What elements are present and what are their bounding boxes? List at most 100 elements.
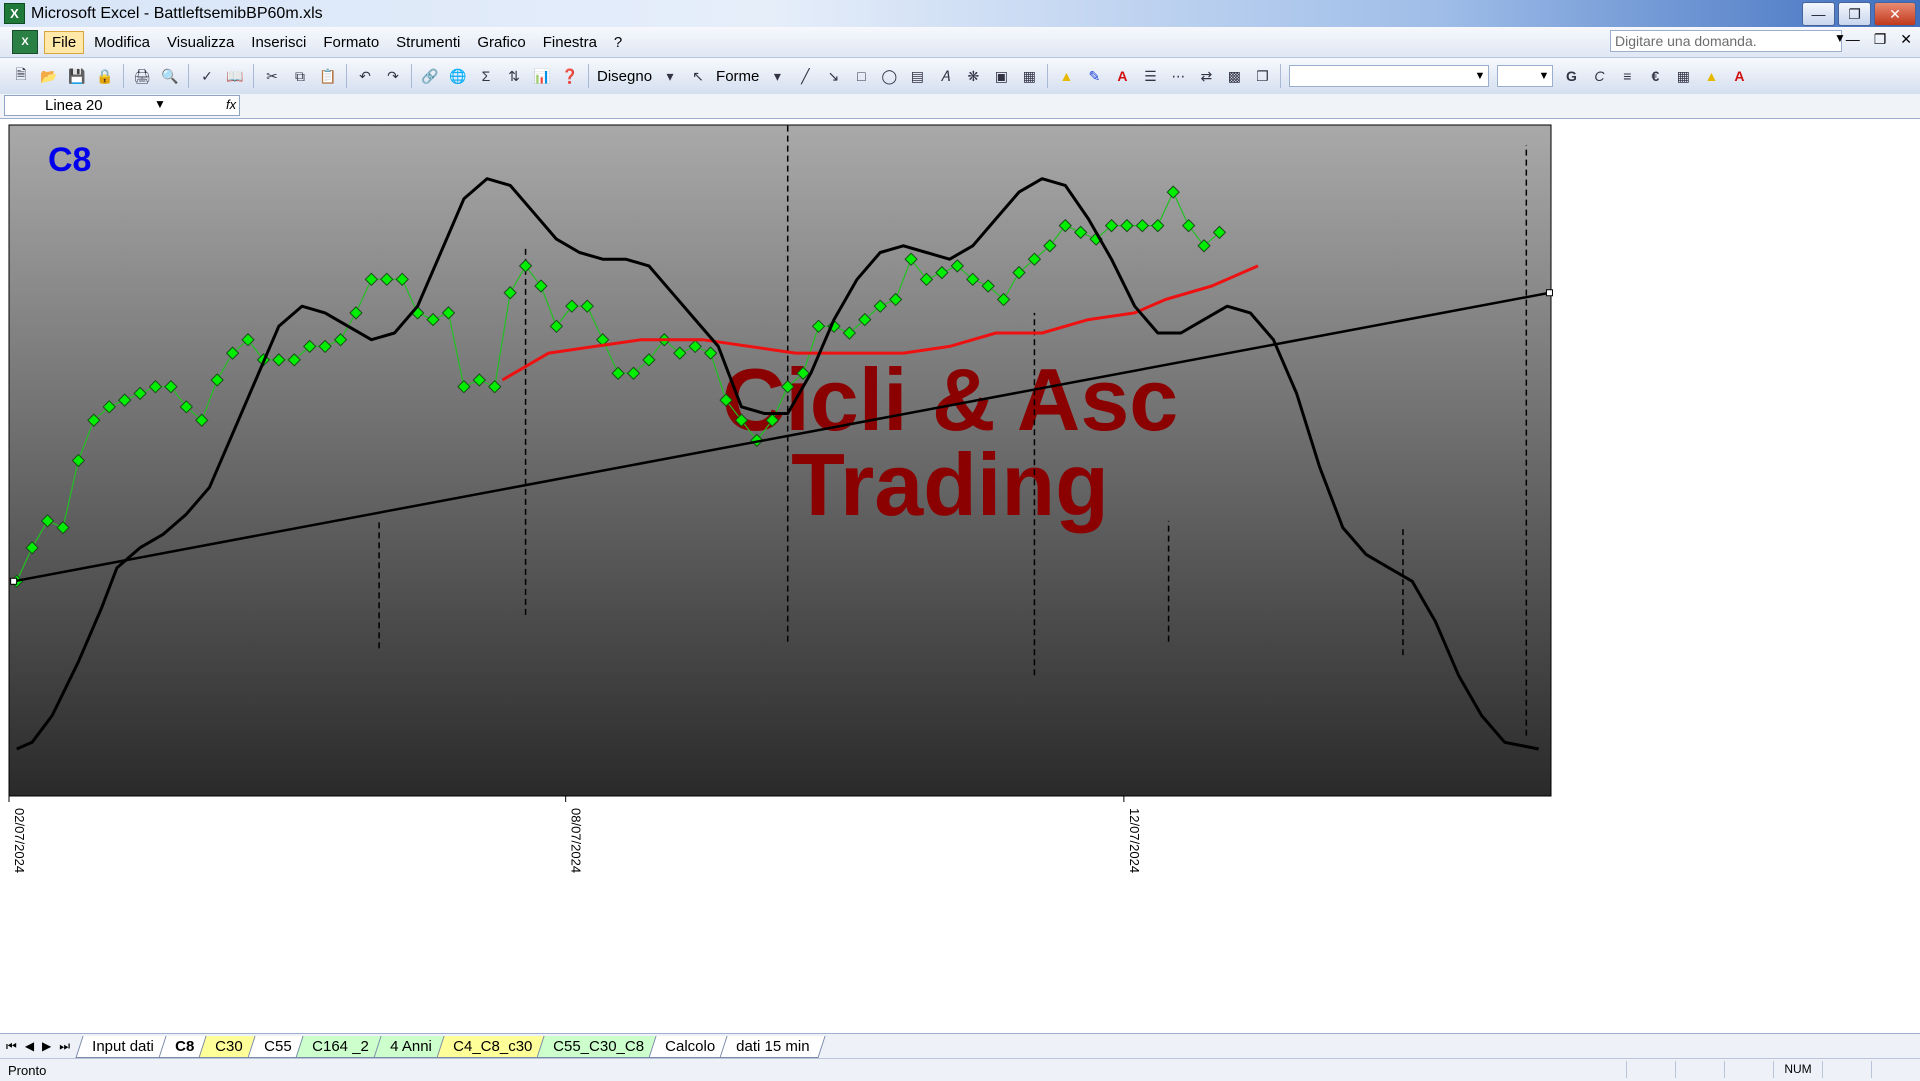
research-icon[interactable]: 📖 xyxy=(224,65,246,87)
arrow-style-icon[interactable]: ⇄ xyxy=(1195,65,1217,87)
sheet-tab-label: dati 15 min xyxy=(735,1037,810,1055)
rectangle-icon[interactable]: □ xyxy=(850,65,872,87)
separator xyxy=(188,64,189,88)
hyperlink-icon[interactable]: 🔗 xyxy=(419,65,441,87)
chevron-down-icon[interactable]: ▾ xyxy=(659,65,681,87)
select-pointer-icon[interactable]: ↖ xyxy=(687,65,709,87)
menu-file[interactable]: File xyxy=(44,30,85,54)
font-name-combo[interactable]: ▼ xyxy=(1289,65,1490,87)
close-icon[interactable]: ✕ xyxy=(1874,2,1916,26)
print-preview-icon[interactable]: 🔍 xyxy=(159,65,181,87)
fx-icon[interactable]: fx xyxy=(226,97,236,112)
print-icon[interactable]: 🖨 xyxy=(131,65,153,87)
arrow-icon[interactable]: ↘ xyxy=(822,65,844,87)
textbox-icon[interactable]: ▤ xyxy=(906,65,928,87)
shadow-icon[interactable]: ▩ xyxy=(1223,65,1245,87)
clipart-icon[interactable]: ▣ xyxy=(990,65,1012,87)
italic-button[interactable]: C xyxy=(1588,65,1610,87)
line-icon[interactable]: ╱ xyxy=(794,65,816,87)
first-sheet-icon[interactable]: ⏮ xyxy=(6,1039,17,1054)
sheet-tab-c4-c8-c30[interactable]: C4_C8_c30 xyxy=(435,1035,549,1058)
shapes-menu[interactable]: Forme xyxy=(716,68,759,85)
fill-color-icon[interactable]: ▲ xyxy=(1055,65,1077,87)
paste-icon[interactable]: 📋 xyxy=(317,65,339,87)
sheet-tab-dati-15-min[interactable]: dati 15 min xyxy=(719,1035,826,1058)
x-tick-label-2: 08/07/2024 xyxy=(569,808,584,873)
excel-icon[interactable]: X xyxy=(4,3,25,24)
title-bar: X Microsoft Excel - BattleftsemibBP60m.x… xyxy=(0,0,1920,27)
permission-icon[interactable]: 🔒 xyxy=(94,65,116,87)
sort-icon[interactable]: ⇅ xyxy=(503,65,525,87)
wordart-icon[interactable]: 𝐴 xyxy=(934,65,956,87)
save-icon[interactable]: 💾 xyxy=(66,65,88,87)
separator xyxy=(123,64,124,88)
document-controls: — ❐ ✕ xyxy=(1846,31,1912,48)
menu-modifica[interactable]: Modifica xyxy=(87,32,157,53)
oval-icon[interactable]: ◯ xyxy=(878,65,900,87)
redo-icon[interactable]: ↷ xyxy=(382,65,404,87)
undo-icon[interactable]: ↶ xyxy=(354,65,376,87)
minimize-icon[interactable]: — xyxy=(1802,2,1835,26)
status-cell xyxy=(1822,1061,1871,1078)
new-icon[interactable]: 🗎 xyxy=(10,65,32,87)
3d-icon[interactable]: ❐ xyxy=(1251,65,1273,87)
help-icon[interactable]: ❓ xyxy=(559,65,581,87)
font-color-icon[interactable]: A xyxy=(1111,65,1133,87)
doc-minimize-icon[interactable]: — xyxy=(1846,31,1860,48)
align-icon[interactable]: ≡ xyxy=(1616,65,1638,87)
open-icon[interactable]: 📂 xyxy=(38,65,60,87)
euro-button[interactable]: € xyxy=(1644,65,1666,87)
menu-visualizza[interactable]: Visualizza xyxy=(160,32,241,53)
menu-finestra[interactable]: Finestra xyxy=(536,32,604,53)
status-bar: Pronto NUM xyxy=(0,1058,1920,1081)
diagram-icon[interactable]: ❋ xyxy=(962,65,984,87)
workbook-icon[interactable]: X xyxy=(12,30,38,54)
sheet-tab-label: 4 Anni xyxy=(389,1037,432,1055)
autosum-icon[interactable]: Σ xyxy=(475,65,497,87)
draw-menu[interactable]: Disegno xyxy=(597,68,652,85)
sheet-tab-c164-2[interactable]: C164 _2 xyxy=(295,1035,386,1058)
sheet-tab-input-dati[interactable]: Input dati xyxy=(75,1035,171,1058)
menu-strumenti[interactable]: Strumenti xyxy=(389,32,467,53)
chart-wizard-icon[interactable]: 📊 xyxy=(531,65,553,87)
bold-button[interactable]: G xyxy=(1560,65,1582,87)
dash-style-icon[interactable]: ⋯ xyxy=(1167,65,1189,87)
chevron-down-icon[interactable]: ▼ xyxy=(154,97,166,111)
font-size-combo[interactable]: ▼ xyxy=(1497,65,1554,87)
sheet-tab-label: C55 xyxy=(263,1037,292,1055)
doc-restore-icon[interactable]: ❐ xyxy=(1874,31,1887,48)
globe-icon[interactable]: 🌐 xyxy=(447,65,469,87)
sheet-tab-c55-c30-c8[interactable]: C55_C30_C8 xyxy=(536,1035,661,1058)
cut-icon[interactable]: ✂ xyxy=(261,65,283,87)
sheet-tab-calcolo[interactable]: Calcolo xyxy=(648,1035,732,1058)
prev-sheet-icon[interactable]: ◀ xyxy=(25,1039,34,1054)
maximize-icon[interactable]: ❐ xyxy=(1838,2,1871,26)
chart-sheet[interactable]: Cicli & Asc Trading C8 02/07/2024 08/07/2024… xyxy=(0,119,1920,1033)
font-color-icon-2[interactable]: A xyxy=(1728,65,1750,87)
picture-icon[interactable]: ▦ xyxy=(1018,65,1040,87)
name-box[interactable]: Linea 20 xyxy=(4,95,240,116)
ask-question-input[interactable]: Digitare una domanda. xyxy=(1610,30,1842,52)
doc-close-icon[interactable]: ✕ xyxy=(1900,31,1912,48)
spelling-icon[interactable]: ✓ xyxy=(196,65,218,87)
status-cell xyxy=(1724,1061,1773,1078)
next-sheet-icon[interactable]: ▶ xyxy=(42,1039,51,1054)
borders-icon[interactable]: ▦ xyxy=(1672,65,1694,87)
plot-area[interactable] xyxy=(8,124,1552,797)
line-color-icon[interactable]: ✎ xyxy=(1083,65,1105,87)
status-cell xyxy=(1675,1061,1724,1078)
menu-help[interactable]: ? xyxy=(607,32,629,53)
fill-color-icon-2[interactable]: ▲ xyxy=(1700,65,1722,87)
chevron-down-icon[interactable]: ▾ xyxy=(766,65,788,87)
copy-icon[interactable]: ⧉ xyxy=(289,65,311,87)
sheet-tab-bar: ⏮ ◀ ▶ ⏭ Input dati C8 C30 C55 C164 _2 4 Anni C… xyxy=(0,1033,1920,1059)
menu-inserisci[interactable]: Inserisci xyxy=(244,32,313,53)
last-sheet-icon[interactable]: ⏭ xyxy=(59,1039,70,1054)
chevron-down-icon[interactable]: ▼ xyxy=(1834,31,1846,45)
sheet-tab-label: C30 xyxy=(215,1037,243,1055)
menu-formato[interactable]: Formato xyxy=(316,32,386,53)
chart[interactable]: Cicli & AscTradingC802/07/2024 08/07/2024… xyxy=(0,119,1920,1033)
watermark-line-2: Trading xyxy=(791,435,1109,534)
line-style-icon[interactable]: ☰ xyxy=(1139,65,1161,87)
menu-grafico[interactable]: Grafico xyxy=(470,32,532,53)
